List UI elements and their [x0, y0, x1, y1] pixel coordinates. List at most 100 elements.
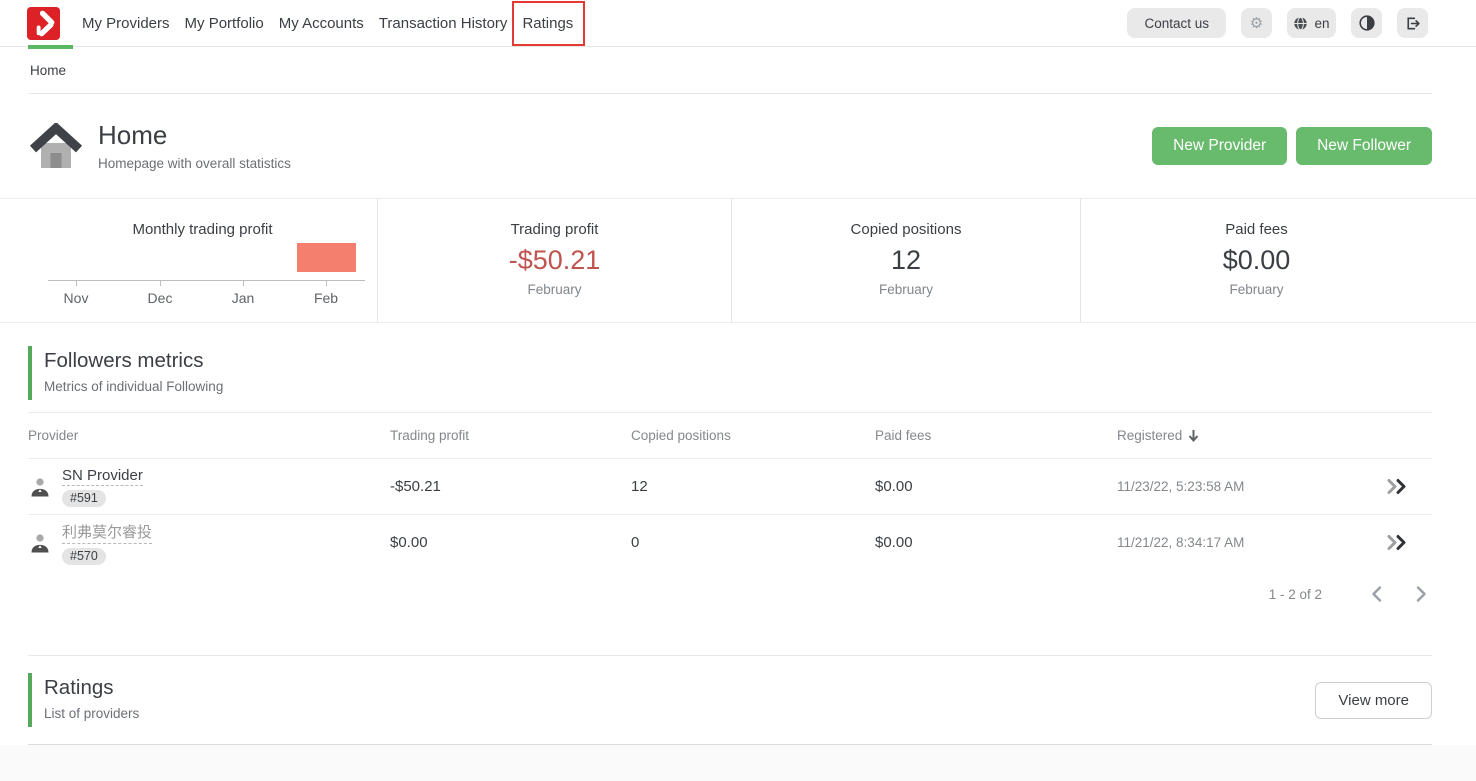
tick-feb [326, 281, 327, 286]
table-row: SN Provider #591 -$50.21 12 $0.00 11/23/… [28, 458, 1432, 514]
chevron-right-icon [1415, 585, 1428, 603]
chevron-left-icon [1370, 585, 1383, 603]
ratings-header: Ratings List of providers [28, 673, 139, 727]
logout-button[interactable] [1397, 8, 1428, 38]
table-row: 利弗莫尔睿投 #570 $0.00 0 $0.00 11/21/22, 8:34… [28, 514, 1432, 570]
page-title-block: Home Homepage with overall statistics [98, 121, 291, 171]
provider-cell: SN Provider #591 [28, 467, 390, 507]
x-label-feb: Feb [294, 290, 358, 306]
stat-period: February [527, 282, 581, 297]
stat-value: $0.00 [1223, 244, 1291, 276]
row-actions [1360, 532, 1432, 553]
nav-my-accounts[interactable]: My Accounts [279, 11, 364, 36]
provider-info: SN Provider #591 [62, 467, 143, 507]
section-title: Followers metrics [44, 349, 1432, 373]
gear-icon: ⚙ [1250, 16, 1263, 31]
x-label-nov: Nov [44, 290, 108, 306]
active-tab-indicator [28, 45, 73, 49]
nav-ratings-label: Ratings [522, 15, 573, 32]
open-row-button[interactable] [1384, 532, 1410, 553]
chart-title: Monthly trading profit [28, 221, 377, 238]
nav-transaction-history[interactable]: Transaction History [379, 11, 508, 36]
provider-name-link[interactable]: SN Provider [62, 467, 143, 486]
double-chevron-right-icon [1386, 478, 1408, 495]
stat-label: Trading profit [511, 221, 599, 238]
col-registered-label: Registered [1117, 428, 1182, 443]
stats-band: Monthly trading profit Nov Dec Jan Feb T… [0, 198, 1476, 323]
provider-id-badge: #591 [62, 490, 106, 507]
followers-metrics-header: Followers metrics Metrics of individual … [28, 346, 1432, 400]
prev-page-button[interactable] [1366, 581, 1387, 607]
provider-name-link[interactable]: 利弗莫尔睿投 [62, 521, 152, 544]
avatar [28, 531, 52, 555]
page-actions: New Provider New Follower [1152, 127, 1432, 165]
col-provider[interactable]: Provider [28, 428, 390, 443]
col-registered[interactable]: Registered [1117, 428, 1360, 443]
tick-jan [243, 281, 244, 286]
avatar [28, 475, 52, 499]
copied-positions-value: 12 [631, 478, 875, 495]
paid-fees-value: $0.00 [875, 534, 1117, 551]
stat-value: 12 [891, 244, 921, 276]
stat-card-copied-positions: Copied positions 12 February [731, 199, 1080, 322]
new-follower-button[interactable]: New Follower [1296, 127, 1432, 165]
paid-fees-value: $0.00 [875, 478, 1117, 495]
open-row-button[interactable] [1384, 476, 1410, 497]
nav-my-portfolio[interactable]: My Portfolio [185, 11, 264, 36]
language-button[interactable]: en [1287, 8, 1336, 38]
registered-value: 11/21/22, 8:34:17 AM [1117, 535, 1360, 550]
chart-x-axis [48, 280, 365, 281]
stat-period: February [879, 282, 933, 297]
main-nav: My Providers My Portfolio My Accounts Tr… [82, 11, 573, 36]
tick-nov [76, 281, 77, 286]
app-logo[interactable] [27, 7, 60, 40]
feb-bar [297, 243, 356, 272]
logout-icon [1404, 15, 1421, 32]
double-chevron-right-icon [1386, 534, 1408, 551]
tick-dec [160, 281, 161, 286]
ratings-section: Ratings List of providers View more [0, 656, 1476, 727]
section-subtitle: List of providers [44, 706, 139, 721]
contrast-icon [1359, 15, 1375, 31]
section-subtitle: Metrics of individual Following [44, 379, 1432, 394]
new-provider-button[interactable]: New Provider [1152, 127, 1287, 165]
page-header: Home Homepage with overall statistics Ne… [0, 94, 1476, 198]
breadcrumb-bar: Home [0, 47, 1476, 93]
col-trading-profit[interactable]: Trading profit [390, 428, 631, 443]
sort-desc-icon [1188, 429, 1199, 442]
home-icon [30, 123, 82, 169]
stat-period: February [1229, 282, 1283, 297]
x-label-dec: Dec [128, 290, 192, 306]
pagination: 1 - 2 of 2 [28, 570, 1432, 618]
section-title: Ratings [44, 676, 139, 700]
page-subtitle: Homepage with overall statistics [98, 156, 291, 171]
trading-profit-value: $0.00 [390, 534, 631, 551]
stat-card-paid-fees: Paid fees $0.00 February [1080, 199, 1476, 322]
col-paid-fees[interactable]: Paid fees [875, 428, 1117, 443]
language-label: en [1314, 16, 1329, 31]
stat-label: Paid fees [1225, 221, 1288, 238]
settings-button[interactable]: ⚙ [1241, 8, 1272, 38]
footer-area [0, 745, 1476, 781]
view-more-button[interactable]: View more [1315, 682, 1432, 719]
col-copied-positions[interactable]: Copied positions [631, 428, 875, 443]
nav-my-providers[interactable]: My Providers [82, 11, 170, 36]
breadcrumb[interactable]: Home [30, 63, 66, 78]
stat-label: Copied positions [851, 221, 962, 238]
globe-icon [1293, 16, 1308, 31]
stat-value: -$50.21 [509, 244, 601, 276]
provider-info: 利弗莫尔睿投 #570 [62, 521, 152, 565]
table-header-row: Provider Trading profit Copied positions… [28, 413, 1432, 458]
provider-cell: 利弗莫尔睿投 #570 [28, 521, 390, 565]
contact-us-button[interactable]: Contact us [1127, 8, 1226, 38]
copied-positions-value: 0 [631, 534, 875, 551]
page-range-label: 1 - 2 of 2 [1269, 587, 1322, 602]
trading-profit-value: -$50.21 [390, 478, 631, 495]
theme-toggle-button[interactable] [1351, 8, 1382, 38]
row-actions [1360, 476, 1432, 497]
monthly-profit-chart: Monthly trading profit Nov Dec Jan Feb [0, 199, 377, 322]
page-title: Home [98, 121, 291, 151]
mini-bar-chart: Nov Dec Jan Feb [48, 242, 365, 306]
nav-ratings[interactable]: Ratings [522, 11, 573, 36]
next-page-button[interactable] [1411, 581, 1432, 607]
